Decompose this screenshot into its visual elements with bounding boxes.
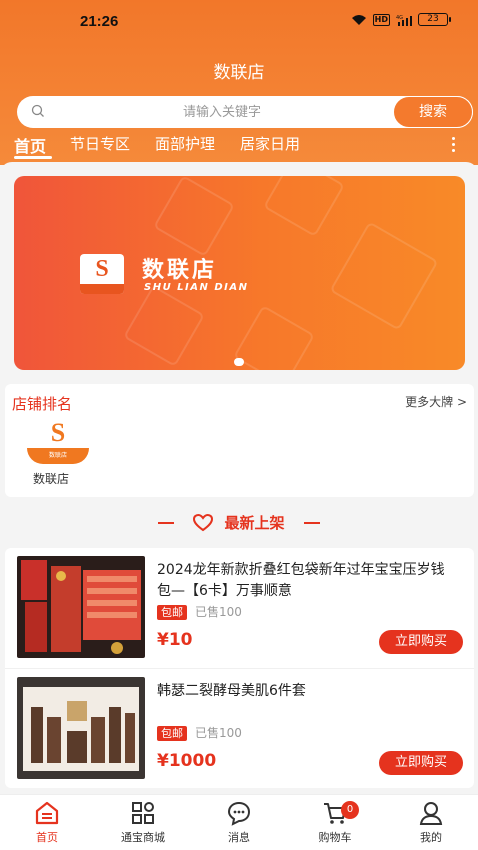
- nav-profile[interactable]: 我的: [391, 799, 471, 845]
- nav-label: 通宝商城: [121, 831, 165, 844]
- product-price: ¥10: [157, 630, 193, 650]
- hexagon-decoration: [123, 285, 205, 367]
- profile-icon: [419, 802, 443, 825]
- section-title-text: 最新上架: [224, 514, 285, 532]
- sold-count: 已售100: [195, 726, 242, 740]
- hd-badge: HD: [372, 13, 390, 26]
- nav-home[interactable]: 首页: [7, 799, 87, 845]
- nav-label: 购物车: [318, 831, 352, 844]
- product-card[interactable]: 韩瑟二裂酵母美肌6件套 包邮 已售100 ¥1000 立即购买: [5, 668, 474, 780]
- free-shipping-badge: 包邮: [157, 726, 187, 741]
- hexagon-decoration: [263, 176, 345, 237]
- nav-cart[interactable]: 0 购物车: [295, 799, 375, 845]
- store-name[interactable]: 数联店: [33, 470, 69, 487]
- product-card[interactable]: 2024龙年新款折叠红包袋新年过年宝宝压岁钱包—【6卡】万事顺意 包邮 已售10…: [5, 548, 474, 660]
- store-logo-text: 数联店: [48, 452, 67, 459]
- banner-brand-subtitle: SHU LIAN DIAN: [144, 282, 249, 293]
- store-ranking-title: 店铺排名: [12, 395, 73, 413]
- divider: [158, 521, 175, 524]
- search-icon: [31, 104, 44, 117]
- buy-now-button[interactable]: 立即购买: [379, 630, 463, 654]
- tab-home[interactable]: 首页: [14, 133, 46, 157]
- free-shipping-badge: 包邮: [157, 605, 187, 620]
- more-brands-link[interactable]: 更多大牌 >: [405, 393, 467, 410]
- nav-label: 首页: [36, 831, 58, 844]
- section-title: 最新上架: [0, 512, 478, 534]
- active-tab-indicator: [14, 156, 52, 159]
- message-icon: [227, 801, 251, 826]
- signal-icon: 4G: [396, 14, 412, 26]
- nav-messages[interactable]: 消息: [199, 799, 279, 845]
- nav-mall[interactable]: 通宝商城: [103, 799, 183, 845]
- banner-logo: S: [80, 254, 124, 294]
- sold-count: 已售100: [195, 605, 242, 619]
- status-icons: HD 4G 23: [351, 13, 451, 26]
- page-title: 数联店: [213, 63, 265, 83]
- wifi-icon: [351, 14, 367, 26]
- home-icon: [35, 801, 59, 825]
- product-title[interactable]: 2024龙年新款折叠红包袋新年过年宝宝压岁钱包—【6卡】万事顺意: [157, 560, 457, 602]
- hexagon-decoration: [153, 176, 235, 257]
- carousel-indicator: [234, 358, 244, 366]
- hexagon-decoration: [233, 305, 315, 370]
- nav-label: 我的: [420, 831, 442, 844]
- product-image[interactable]: [17, 677, 145, 779]
- product-price: ¥1000: [157, 751, 217, 771]
- grid-icon: [132, 802, 154, 824]
- status-bar: 21:26 HD 4G 23: [0, 0, 478, 44]
- bottom-nav: 首页 通宝商城 消息 0 购物车 我的: [0, 794, 478, 850]
- status-time: 21:26: [80, 13, 119, 30]
- promo-banner[interactable]: S 数联店 SHU LIAN DIAN: [14, 176, 465, 370]
- more-vertical-icon[interactable]: [452, 137, 456, 153]
- hexagon-decoration: [329, 221, 439, 331]
- battery-icon: 23: [418, 13, 451, 26]
- tab-facial-care[interactable]: 面部护理: [155, 133, 215, 154]
- store-logo[interactable]: S 数联店: [23, 418, 93, 466]
- nav-label: 消息: [228, 831, 250, 844]
- tab-festival[interactable]: 节日专区: [70, 133, 130, 154]
- product-title[interactable]: 韩瑟二裂酵母美肌6件套: [157, 681, 457, 702]
- product-list: 2024龙年新款折叠红包袋新年过年宝宝压岁钱包—【6卡】万事顺意 包邮 已售10…: [5, 548, 474, 788]
- product-image[interactable]: [17, 556, 145, 658]
- category-tabs: 首页 节日专区 面部护理 居家日用: [0, 133, 478, 163]
- divider: [303, 521, 320, 524]
- tab-home-goods[interactable]: 居家日用: [240, 133, 300, 154]
- cart-count-badge: 0: [341, 801, 359, 819]
- header: 21:26 HD 4G 23 数联店 搜索 首页 节日专区: [0, 0, 478, 165]
- search-input[interactable]: [57, 96, 387, 128]
- heart-icon: [193, 513, 214, 531]
- store-ranking-card: 店铺排名 更多大牌 > S 数联店 数联店: [5, 384, 474, 497]
- search-bar: 搜索: [17, 96, 473, 128]
- buy-now-button[interactable]: 立即购买: [379, 751, 463, 775]
- banner-brand-name: 数联店: [142, 258, 218, 283]
- search-button[interactable]: 搜索: [393, 96, 473, 128]
